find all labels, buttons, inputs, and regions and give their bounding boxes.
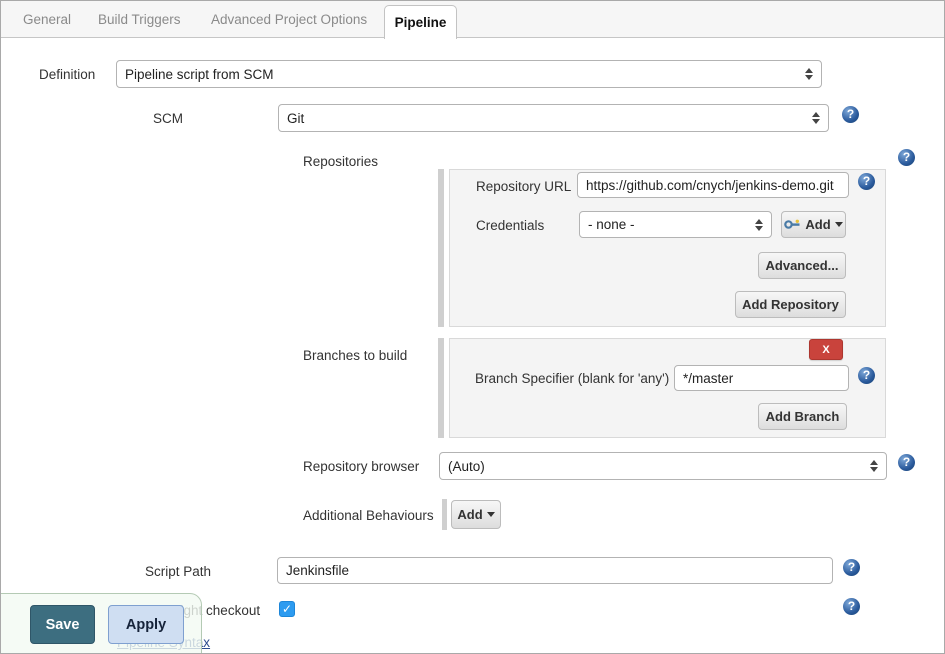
repository-browser-select[interactable]: (Auto) — [439, 452, 887, 480]
caret-down-icon — [487, 512, 495, 517]
branch-specifier-input[interactable] — [674, 365, 849, 391]
save-button[interactable]: Save — [30, 605, 95, 644]
apply-button[interactable]: Apply — [108, 605, 184, 644]
credentials-select[interactable]: - none - — [579, 211, 772, 238]
definition-select-value: Pipeline script from SCM — [125, 67, 274, 82]
repositories-section-label: Repositories — [303, 154, 378, 169]
section-drag-bar — [438, 169, 444, 327]
section-drag-bar — [442, 499, 447, 530]
script-path-help-icon[interactable]: ? — [843, 559, 860, 576]
delete-branch-button[interactable]: X — [809, 339, 843, 360]
tab-build-triggers[interactable]: Build Triggers — [98, 1, 181, 38]
repository-browser-select-value: (Auto) — [448, 459, 485, 474]
repository-browser-label: Repository browser — [303, 459, 419, 474]
repositories-help-icon[interactable]: ? — [898, 149, 915, 166]
script-path-label: Script Path — [145, 564, 211, 579]
tab-general[interactable]: General — [23, 1, 71, 38]
additional-behaviours-label: Additional Behaviours — [303, 508, 434, 523]
tab-pipeline[interactable]: Pipeline — [384, 5, 457, 39]
script-path-input[interactable] — [277, 557, 833, 584]
add-branch-button[interactable]: Add Branch — [758, 403, 847, 430]
definition-label: Definition — [39, 67, 95, 82]
definition-select[interactable]: Pipeline script from SCM — [116, 60, 822, 88]
branch-specifier-label: Branch Specifier (blank for 'any') — [475, 371, 669, 386]
repository-url-label: Repository URL — [476, 179, 571, 194]
scm-select-value: Git — [287, 111, 304, 126]
advanced-button-label: Advanced... — [766, 258, 839, 273]
repository-browser-help-icon[interactable]: ? — [898, 454, 915, 471]
add-behaviour-button[interactable]: Add — [451, 500, 501, 529]
caret-down-icon — [835, 222, 843, 227]
key-icon — [784, 219, 801, 230]
tab-advanced-project-options[interactable]: Advanced Project Options — [211, 1, 367, 38]
tab-bar: General Build Triggers Advanced Project … — [1, 1, 944, 38]
select-stepper-icon — [755, 219, 763, 231]
scm-help-icon[interactable]: ? — [842, 106, 859, 123]
advanced-button[interactable]: Advanced... — [758, 252, 846, 279]
add-repository-button-label: Add Repository — [742, 297, 839, 312]
add-behaviour-button-label: Add — [457, 507, 482, 522]
credentials-select-value: - none - — [588, 217, 635, 232]
repository-url-help-icon[interactable]: ? — [858, 173, 875, 190]
select-stepper-icon — [870, 460, 878, 472]
add-credentials-button[interactable]: Add — [781, 211, 846, 238]
add-branch-button-label: Add Branch — [766, 409, 840, 424]
select-stepper-icon — [805, 68, 813, 80]
add-repository-button[interactable]: Add Repository — [735, 291, 846, 318]
repository-url-input[interactable] — [577, 172, 849, 198]
select-stepper-icon — [812, 112, 820, 124]
lightweight-checkout-help-icon[interactable]: ? — [843, 598, 860, 615]
scm-select[interactable]: Git — [278, 104, 829, 132]
add-credentials-label: Add — [805, 217, 830, 232]
scm-label: SCM — [153, 111, 183, 126]
credentials-label: Credentials — [476, 218, 544, 233]
jenkins-config-window: General Build Triggers Advanced Project … — [0, 0, 945, 654]
section-drag-bar — [438, 338, 444, 438]
lightweight-checkout-checkbox[interactable]: ✓ — [279, 601, 295, 617]
branch-specifier-help-icon[interactable]: ? — [858, 367, 875, 384]
branches-to-build-section-label: Branches to build — [303, 348, 407, 363]
